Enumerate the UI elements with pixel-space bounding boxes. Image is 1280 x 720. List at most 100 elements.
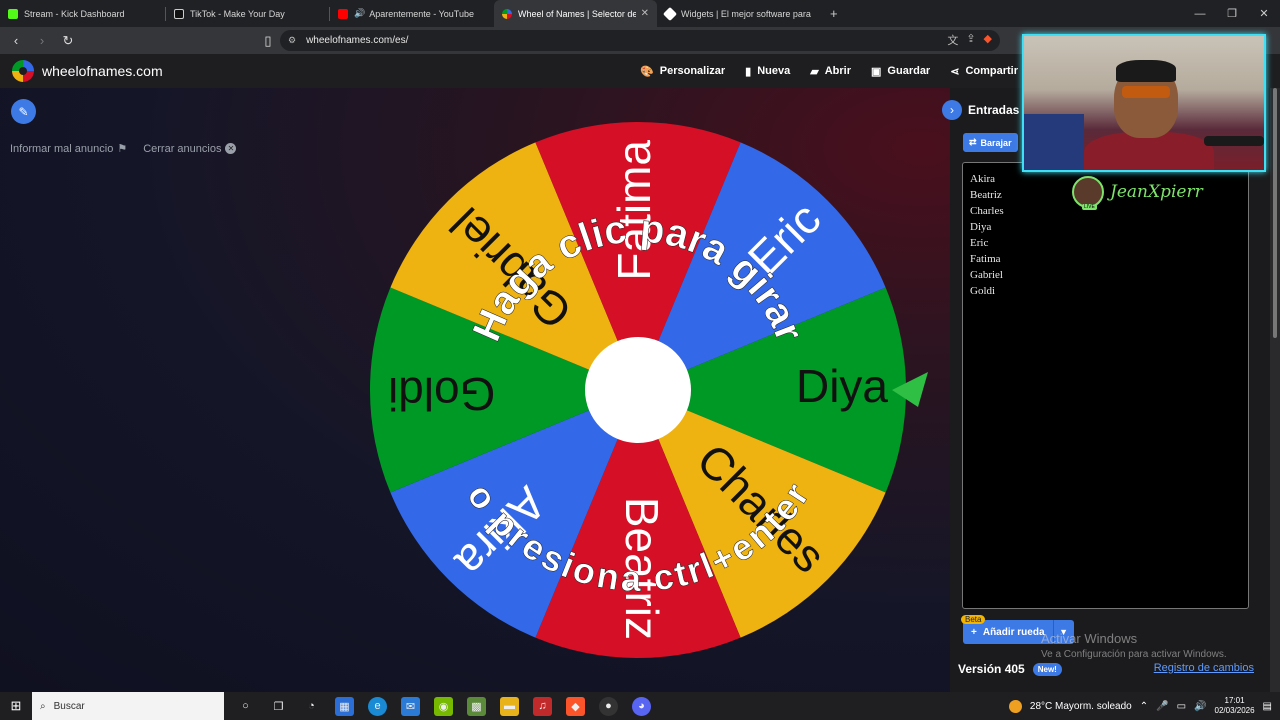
discord-icon[interactable]: ◕ [632, 696, 651, 716]
close-ads-label: Cerrar anuncios [143, 142, 222, 155]
panel-title: Entradas [968, 103, 1020, 117]
taskbar-apps: ○ ❐ ◔ ▦ e ✉ ◉ ▩ ▬ ♫ ◆ ● ◕ [236, 696, 651, 716]
chevron-right-icon: › [950, 103, 954, 117]
url-field[interactable]: ⚙ wheelofnames.com/es/ [280, 30, 1000, 51]
speaker-icon: 🔊 [354, 8, 366, 18]
streamer-name: JeanXpierr [1110, 182, 1203, 202]
tab-tiktok[interactable]: TikTok - Make Your Day [166, 0, 329, 27]
entry-line: Goldi [970, 285, 996, 297]
share-button[interactable]: ⋖ Compartir [950, 65, 1018, 78]
close-circle-icon: ✕ [225, 143, 237, 154]
widgets-icon [662, 6, 678, 21]
mic-tray-icon[interactable]: 🎤 [1156, 701, 1168, 712]
clock-time: 17:01 [1224, 696, 1245, 705]
microphone-icon [1204, 136, 1264, 146]
palette-icon: 🎨 [640, 65, 654, 78]
brave-icon[interactable]: ◆ [566, 696, 585, 716]
forward-icon[interactable]: › [32, 33, 52, 48]
windows-activation-watermark: Activar Windows Ve a Configuración para … [1041, 631, 1227, 660]
clock[interactable]: 17:01 02/03/2026 [1215, 696, 1255, 716]
edge-icon[interactable]: e [368, 696, 387, 716]
new-button[interactable]: ▮ Nueva [745, 65, 790, 78]
webcam-glasses [1122, 86, 1170, 98]
back-icon[interactable]: ‹ [6, 33, 26, 48]
task-view-icon[interactable]: ❐ [269, 697, 288, 716]
share-icon[interactable]: ⇪ [966, 32, 975, 48]
beta-badge: Beta [961, 615, 986, 624]
collapse-panel-button[interactable]: › [942, 100, 962, 120]
translate-icon[interactable]: 文 [947, 32, 958, 48]
tab-title: Widgets | El mejor software para po [681, 8, 811, 19]
obs-icon[interactable]: ● [599, 696, 618, 716]
save-icon: ▣ [871, 65, 882, 78]
notifications-icon[interactable]: ▤ [1263, 701, 1272, 712]
share-label: Compartir [965, 65, 1018, 77]
open-label: Abrir [824, 65, 852, 77]
shuffle-button[interactable]: ⇄ Barajar [963, 133, 1018, 152]
windows-start-icon[interactable]: ⊞ [0, 698, 32, 714]
reload-icon[interactable]: ↻ [58, 33, 78, 49]
site-name[interactable]: wheelofnames.com [42, 63, 163, 79]
tab-youtube[interactable]: 🔊 Aparentemente - YouTube [330, 0, 494, 27]
tab-title: Wheel of Names | Selector de n [518, 8, 636, 19]
save-button[interactable]: ▣ Guardar [871, 65, 930, 78]
entry-line: Diya [970, 221, 992, 233]
browser-tab-strip: Stream - Kick Dashboard TikTok - Make Yo… [0, 0, 1280, 27]
ad-links: Informar mal anuncio ⚑ Cerrar anuncios ✕ [10, 142, 237, 156]
activation-subtitle: Ve a Configuración para activar Windows. [1041, 649, 1227, 660]
folder-icon: ▰ [810, 65, 819, 78]
report-ad-link[interactable]: Informar mal anuncio ⚑ [10, 142, 127, 156]
store-icon[interactable]: ▦ [335, 696, 354, 716]
mail-icon[interactable]: ✉ [401, 696, 420, 716]
cortana-icon[interactable]: ○ [236, 697, 255, 716]
add-wheel-main[interactable]: + Añadir rueda [963, 627, 1053, 638]
minimize-icon[interactable]: — [1184, 8, 1216, 20]
customize-button[interactable]: 🎨 Personalizar [640, 65, 725, 78]
tab-kick[interactable]: Stream - Kick Dashboard [0, 0, 165, 27]
report-ad-label: Informar mal anuncio [10, 142, 114, 155]
nvidia-icon[interactable]: ◉ [434, 696, 453, 716]
new-label: Nueva [757, 65, 791, 77]
wheelofnames-icon [502, 8, 512, 19]
version-info: Versión 405 New! [958, 662, 1062, 676]
tab-wheel-of-names[interactable]: Wheel of Names | Selector de n ✕ [494, 0, 657, 27]
restore-icon[interactable]: ❐ [1216, 7, 1248, 20]
minecraft-icon[interactable]: ▩ [467, 696, 486, 716]
bookmark-icon[interactable]: ▯ [258, 33, 278, 49]
live-badge: LIVE [1082, 204, 1097, 210]
streamer-avatar: LIVE [1072, 176, 1104, 210]
volume-icon[interactable]: 🔊 [1194, 701, 1206, 712]
window-controls: — ❐ ✕ [1184, 0, 1280, 27]
new-badge: New! [1032, 662, 1062, 676]
taskbar-search[interactable]: ⌕ Buscar [32, 692, 224, 720]
close-ads-link[interactable]: Cerrar anuncios ✕ [143, 142, 237, 155]
changelog-link[interactable]: Registro de cambios [1154, 662, 1254, 674]
network-icon[interactable]: ▭ [1177, 701, 1186, 712]
open-button[interactable]: ▰ Abrir [810, 65, 851, 78]
page-scrollbar[interactable] [1270, 88, 1280, 692]
wheel-center[interactable] [585, 337, 691, 443]
app-icon[interactable]: ♫ [533, 696, 552, 716]
new-tab-button[interactable]: + [822, 6, 846, 21]
wheel[interactable]: DiyaCharlesBeatrizAkiraGoldiGabriel Fatim… [370, 122, 930, 662]
entries-textarea[interactable]: Akira Beatriz Charles Diya Eric Fatima G… [962, 162, 1249, 609]
shuffle-icon: ⇄ [969, 137, 977, 147]
close-tab-icon[interactable]: ✕ [641, 8, 649, 19]
wheel-logo-icon[interactable] [12, 60, 34, 82]
site-info-icon[interactable]: ⚙ [288, 35, 296, 46]
close-window-icon[interactable]: ✕ [1248, 7, 1280, 20]
edit-pencil-button[interactable]: ✎ [11, 99, 36, 124]
file-explorer-icon[interactable]: ▬ [500, 696, 519, 716]
windows-taskbar: ⊞ ⌕ Buscar ○ ❐ ◔ ▦ e ✉ ◉ ▩ ▬ ♫ ◆ ● ◕ 28°… [0, 692, 1280, 720]
brave-shield-icon[interactable]: ◆ [984, 32, 992, 48]
performance-icon[interactable]: ◔ [302, 697, 321, 716]
chevron-up-icon[interactable]: ⌃ [1140, 701, 1148, 712]
activation-title: Activar Windows [1041, 631, 1138, 646]
weather-sun-icon [1008, 699, 1022, 713]
url-text: wheelofnames.com/es/ [306, 35, 409, 46]
entry-line: Fatima [970, 253, 1001, 265]
entry-line: Eric [970, 237, 989, 249]
entry-line: Gabriel [970, 269, 1003, 281]
weather-text[interactable]: 28°C Mayorm. soleado [1030, 701, 1132, 712]
tab-widgets[interactable]: Widgets | El mejor software para po [657, 0, 822, 27]
